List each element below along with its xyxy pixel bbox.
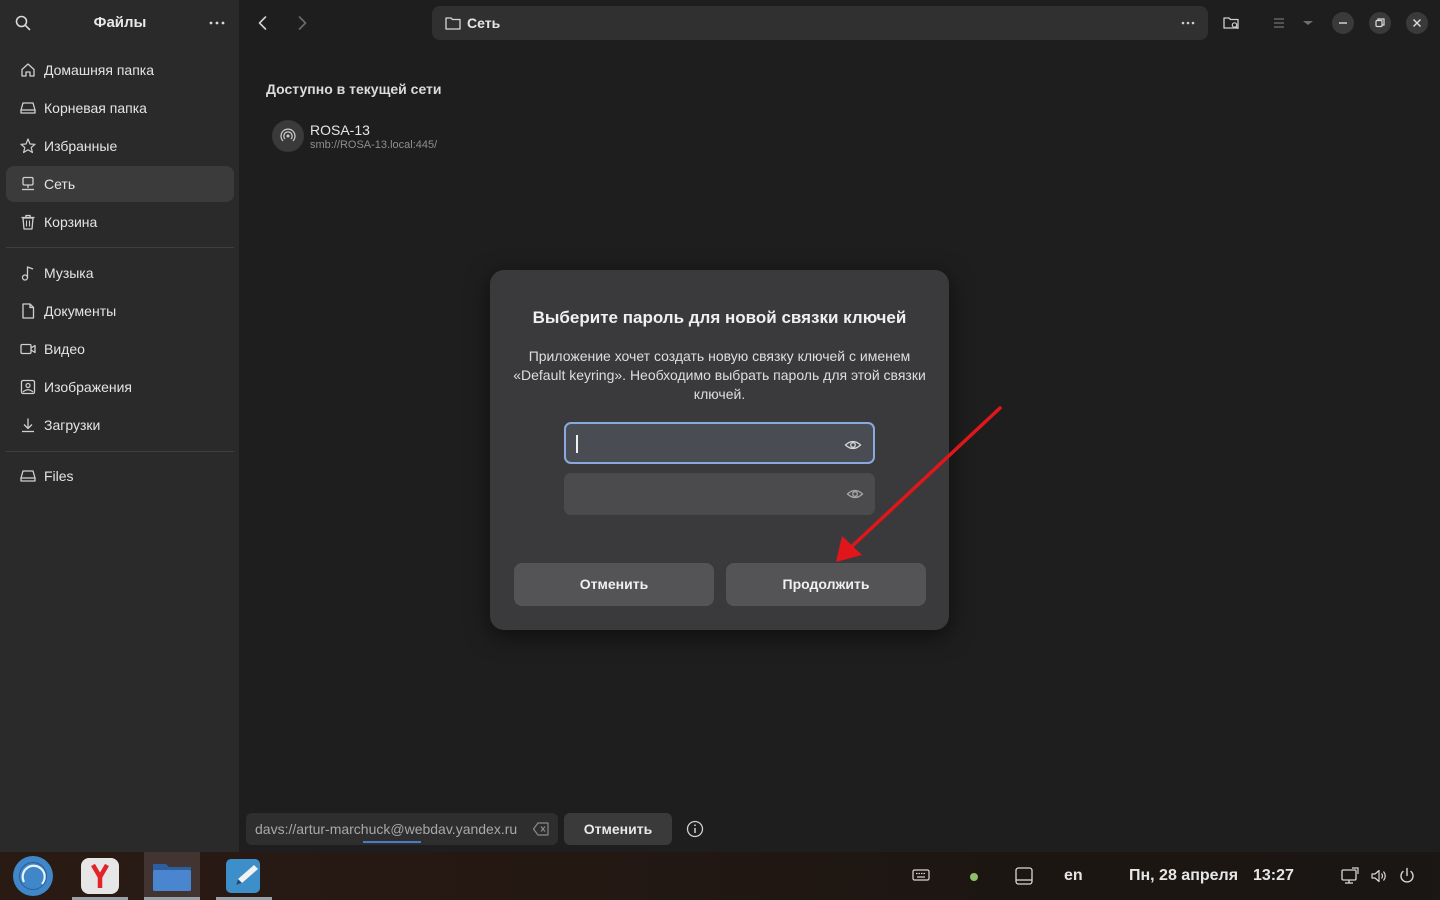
- home-icon: [19, 61, 37, 79]
- sidebar-item-starred[interactable]: Избранные: [6, 128, 234, 164]
- sidebar: Файлы Домашняя папка Корневая папка Избр…: [0, 0, 239, 852]
- connect-cancel-button[interactable]: Отменить: [564, 813, 672, 845]
- sidebar-item-label: Сеть: [44, 176, 76, 192]
- sidebar-item-images[interactable]: Изображения: [6, 369, 234, 405]
- sidebar-header: Файлы: [0, 0, 239, 46]
- list-view-icon[interactable]: [1266, 10, 1292, 36]
- chevron-down-icon[interactable]: [1295, 10, 1321, 36]
- sidebar-item-root[interactable]: Корневая папка: [6, 90, 234, 126]
- search-icon[interactable]: [14, 14, 32, 32]
- star-icon: [19, 137, 37, 155]
- search-folder-icon[interactable]: [1219, 10, 1245, 36]
- network-item-name: ROSA-13: [310, 122, 370, 138]
- download-icon: [19, 416, 37, 434]
- sidebar-item-music[interactable]: Музыка: [6, 255, 234, 291]
- sidebar-divider: [6, 451, 234, 452]
- forward-icon[interactable]: [290, 11, 314, 35]
- restore-icon[interactable]: [1369, 12, 1391, 34]
- password-input[interactable]: [564, 422, 875, 464]
- dialog-message: Приложение хочет создать новую связку кл…: [513, 348, 926, 402]
- drive-icon: [19, 467, 37, 485]
- section-title: Доступно в текущей сети: [266, 81, 442, 97]
- network-item[interactable]: ROSA-13 smb://ROSA-13.local:445/: [272, 118, 572, 154]
- status-dot-icon: [969, 872, 979, 882]
- show-desktop-edge[interactable]: [1432, 852, 1440, 900]
- sidebar-item-files-drive[interactable]: Files: [6, 458, 234, 494]
- window-switch-icon[interactable]: [1014, 866, 1034, 886]
- taskbar-app-files[interactable]: [144, 852, 200, 900]
- drive-icon: [19, 99, 37, 117]
- video-icon: [19, 340, 37, 358]
- annotation-arrow: [836, 406, 1002, 562]
- folder-app-icon: [153, 864, 191, 891]
- taskbar-app-yandex-browser[interactable]: [72, 852, 128, 900]
- yandex-browser-icon: [81, 858, 119, 894]
- path-bar[interactable]: Сеть: [432, 6, 1208, 40]
- network-share-icon: [272, 120, 304, 152]
- document-icon: [19, 302, 37, 320]
- sidebar-item-label: Files: [44, 468, 74, 484]
- sidebar-item-label: Корневая папка: [44, 100, 147, 116]
- header-bar: Сеть: [239, 0, 1440, 46]
- path-label: Сеть: [467, 15, 501, 31]
- sidebar-item-label: Видео: [44, 341, 85, 357]
- sidebar-item-network[interactable]: Сеть: [6, 166, 234, 202]
- info-icon[interactable]: [685, 819, 705, 839]
- sidebar-item-documents[interactable]: Документы: [6, 293, 234, 329]
- sidebar-item-label: Изображения: [44, 379, 132, 395]
- rosa-logo-icon: [13, 856, 53, 896]
- path-more-icon[interactable]: [1178, 14, 1198, 32]
- sidebar-item-trash[interactable]: Корзина: [6, 204, 234, 240]
- network-status-icon[interactable]: [1340, 866, 1360, 886]
- sidebar-item-label: Музыка: [44, 265, 94, 281]
- minimize-icon[interactable]: [1332, 12, 1354, 34]
- more-menu-icon[interactable]: [206, 14, 228, 32]
- sidebar-item-label: Документы: [44, 303, 117, 319]
- server-address-value: davs://artur-marchuck@webdav.yandex.ru: [255, 821, 518, 837]
- sidebar-item-label: Корзина: [44, 214, 98, 230]
- sidebar-divider: [6, 247, 234, 248]
- trash-icon: [19, 213, 37, 231]
- text-editor-icon: [226, 859, 260, 893]
- sidebar-item-downloads[interactable]: Загрузки: [6, 407, 234, 443]
- keyboard-icon[interactable]: [912, 868, 930, 882]
- server-address-input[interactable]: davs://artur-marchuck@webdav.yandex.ru: [246, 813, 558, 845]
- app-title: Файлы: [93, 14, 147, 31]
- dialog-title: Выберите пароль для новой связки ключей: [532, 308, 907, 327]
- power-icon[interactable]: [1397, 866, 1417, 886]
- spellcheck-underline: [363, 841, 421, 843]
- clear-input-icon[interactable]: [532, 821, 550, 837]
- network-icon: [19, 175, 37, 193]
- clock-date[interactable]: Пн, 28 апреля: [1129, 867, 1238, 885]
- launcher-button[interactable]: [4, 852, 60, 900]
- sidebar-item-home[interactable]: Домашняя папка: [6, 52, 234, 88]
- back-icon[interactable]: [251, 11, 275, 35]
- sidebar-item-label: Избранные: [44, 138, 118, 154]
- network-item-uri: smb://ROSA-13.local:445/: [310, 139, 438, 151]
- music-icon: [19, 264, 37, 282]
- close-icon[interactable]: [1406, 12, 1428, 34]
- image-icon: [19, 378, 37, 396]
- sidebar-item-label: Загрузки: [44, 417, 101, 433]
- cancel-button[interactable]: Отменить: [514, 563, 714, 606]
- folder-icon: [444, 14, 462, 32]
- volume-icon[interactable]: [1369, 866, 1389, 886]
- text-caret: [576, 435, 578, 453]
- password-confirm-input[interactable]: [564, 473, 875, 515]
- sidebar-item-label: Домашняя папка: [44, 62, 155, 78]
- clock-time[interactable]: 13:27: [1253, 867, 1294, 885]
- taskbar-app-text-editor[interactable]: [216, 852, 272, 900]
- keyboard-layout-indicator[interactable]: en: [1064, 867, 1083, 885]
- taskbar: en Пн, 28 апреля 13:27: [0, 852, 1440, 900]
- sidebar-item-video[interactable]: Видео: [6, 331, 234, 367]
